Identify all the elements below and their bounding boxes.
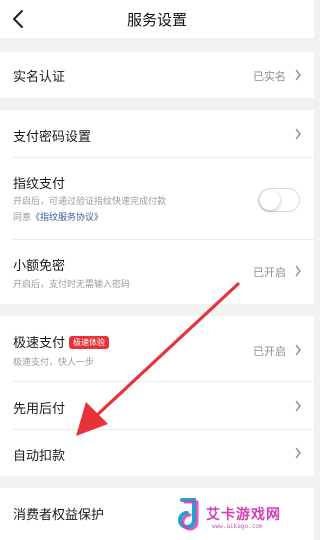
- consumer-label: 消费者权益保护: [13, 508, 105, 523]
- small-free-desc: 开启后，支付时无需输入密码: [13, 280, 131, 290]
- row-realname[interactable]: 实名认证 已实名: [0, 52, 314, 98]
- watermark-logo-icon: [178, 498, 199, 531]
- fingerprint-toggle[interactable]: [258, 188, 300, 212]
- section-payment-security: 支付密码设置 指纹支付 开启后，可通过验证指纹快速完成付款 同意《指纹服务协议》…: [0, 110, 314, 304]
- fast-pay-title: 极速支付: [13, 336, 66, 351]
- watermark-text: 艾卡游戏网: [206, 507, 281, 523]
- row-fingerprint: 指纹支付 开启后，可通过验证指纹快速完成付款 同意《指纹服务协议》: [0, 158, 314, 240]
- fingerprint-desc: 开启后，可通过验证指纹快速完成付款: [13, 197, 167, 207]
- fingerprint-label: 指纹支付: [13, 177, 66, 192]
- row-auto-debit[interactable]: 自动扣款: [0, 430, 314, 476]
- fingerprint-agreement: 同意《指纹服务协议》: [13, 210, 103, 223]
- watermark-url: www.aikago.com: [212, 523, 263, 530]
- fast-pay-status: 已开启: [253, 345, 286, 358]
- chevron-right-icon: [295, 447, 301, 459]
- small-free-status: 已开启: [253, 266, 286, 279]
- row-pay-password[interactable]: 支付密码设置: [0, 110, 314, 158]
- toggle-knob: [260, 190, 280, 210]
- fast-pay-label: 极速支付 极速体验: [13, 332, 110, 351]
- row-pay-later[interactable]: 先用后付: [0, 382, 314, 430]
- realname-label: 实名认证: [13, 70, 66, 85]
- section-payment-methods: 极速支付 极速体验 极速支付，快人一步 已开启 先用后付 自动扣款: [0, 316, 314, 476]
- watermark: 艾卡游戏网 www.aikago.com: [172, 492, 314, 540]
- chevron-right-icon: [295, 69, 301, 81]
- section-realname: 实名认证 已实名: [0, 52, 314, 98]
- chevron-right-icon: [295, 400, 301, 412]
- fast-pay-desc: 极速支付，快人一步: [13, 358, 95, 368]
- chevron-right-icon: [295, 128, 301, 140]
- pay-password-label: 支付密码设置: [13, 130, 92, 145]
- auto-debit-label: 自动扣款: [13, 449, 66, 464]
- fingerprint-agreement-link[interactable]: 《指纹服务协议》: [31, 213, 103, 223]
- page-title: 服务设置: [126, 11, 187, 29]
- realname-status: 已实名: [253, 70, 286, 83]
- pay-later-label: 先用后付: [13, 402, 66, 417]
- small-free-label: 小额免密: [13, 259, 66, 274]
- chevron-right-icon: [295, 265, 301, 277]
- row-small-free[interactable]: 小额免密 开启后，支付时无需输入密码 已开启: [0, 240, 314, 304]
- row-fast-pay[interactable]: 极速支付 极速体验 极速支付，快人一步 已开启: [0, 316, 314, 382]
- agreement-prefix: 同意: [13, 213, 32, 223]
- chevron-right-icon: [295, 344, 301, 356]
- nav-bar: 服务设置: [0, 0, 314, 38]
- fast-pay-badge: 极速体验: [69, 336, 110, 349]
